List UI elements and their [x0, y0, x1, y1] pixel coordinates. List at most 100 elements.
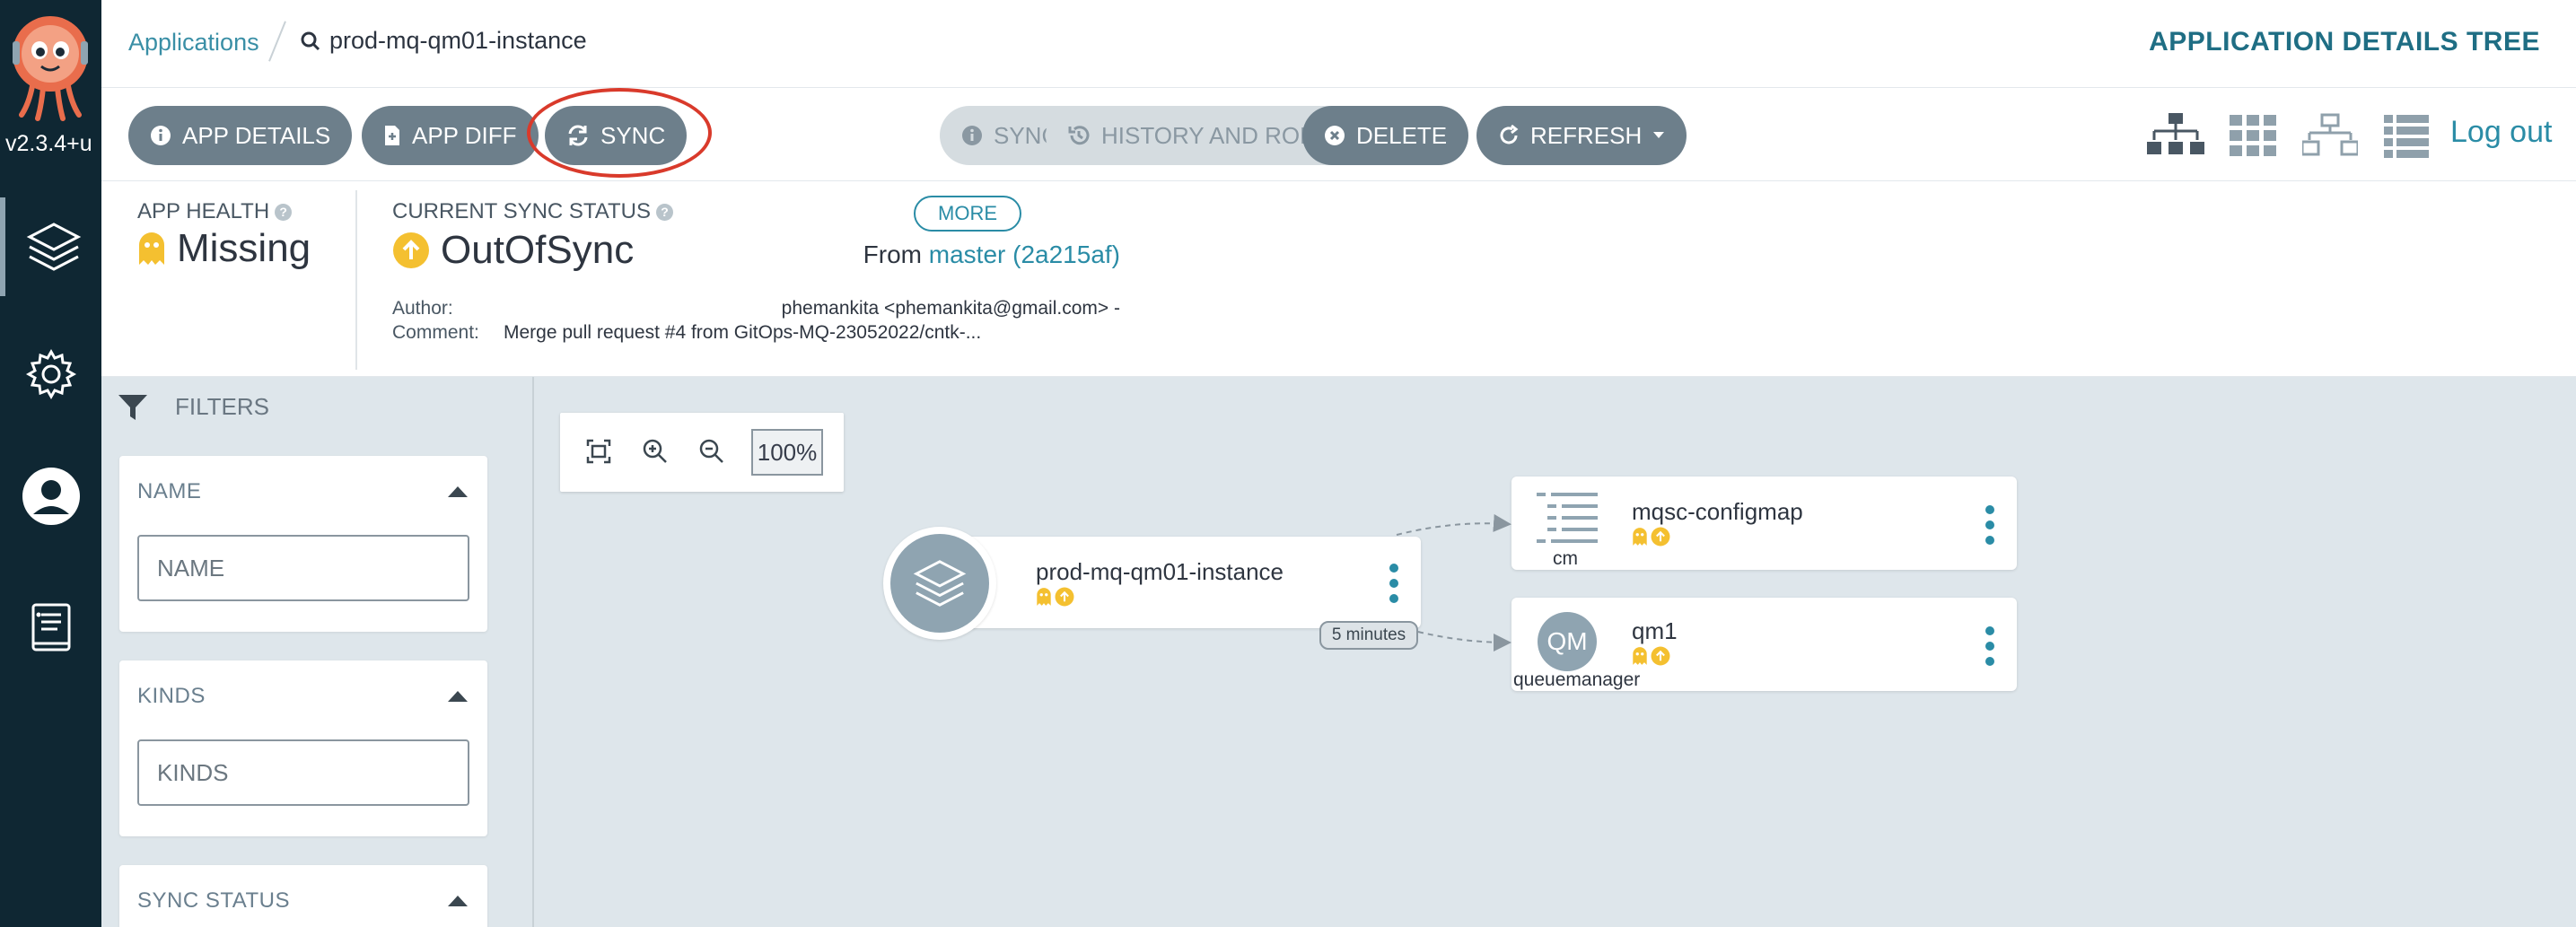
- ghost-icon: [1633, 528, 1647, 546]
- info-icon: [151, 126, 171, 145]
- zoom-in-icon[interactable]: [642, 438, 669, 465]
- left-nav: v2.3.4+u: [0, 0, 101, 927]
- logout-link[interactable]: Log out: [2450, 115, 2552, 150]
- refresh-label: REFRESH: [1530, 121, 1643, 149]
- app-node[interactable]: prod-mq-qm01-instance: [933, 537, 1421, 628]
- search-icon: [301, 31, 320, 50]
- configmap-icon: [1537, 493, 1598, 543]
- sync-from: From master (2a215af): [759, 240, 1120, 269]
- author-value: phemankita <phemankita@gmail.com> -: [781, 298, 1120, 319]
- comment-value: Merge pull request #4 from GitOps-MQ-230…: [504, 322, 982, 343]
- zoom-level[interactable]: 100%: [751, 429, 823, 476]
- fit-screen-icon[interactable]: [585, 438, 612, 465]
- sync-highlight-ring: [527, 88, 712, 178]
- info-icon: [962, 126, 982, 145]
- name-filter-input[interactable]: [137, 535, 469, 601]
- configmap-node[interactable]: cm mqsc-configmap: [1511, 477, 2017, 570]
- sync-status-label: CURRENT SYNC STATUS ?: [392, 199, 674, 224]
- app-node-menu-icon[interactable]: [1389, 564, 1398, 603]
- arrow-up-circle-icon: [1651, 527, 1670, 547]
- arrow-up-circle-icon: [393, 232, 429, 268]
- app-health-label: APP HEALTH ?: [137, 199, 293, 224]
- status-panel: APP HEALTH ? Missing CURRENT SYNC STATUS…: [101, 181, 2576, 377]
- sync-status-filter-card: SYNC STATUS: [119, 865, 487, 927]
- top-bar: Applications prod-mq-qm01-instance APPLI…: [101, 0, 2576, 88]
- edge-age-badge: 5 minutes: [1319, 621, 1418, 650]
- refresh-icon: [1500, 125, 1519, 144]
- breadcrumb-separator: [268, 21, 286, 62]
- configmap-status-icons: [1632, 527, 1670, 547]
- gear-icon: [25, 348, 76, 400]
- queuemanager-menu-icon[interactable]: [1985, 626, 1994, 666]
- filter-icon: [118, 394, 147, 420]
- configmap-menu-icon[interactable]: [1985, 505, 1994, 545]
- sync-value-text: OutOfSync: [441, 228, 635, 272]
- history-icon: [1068, 126, 1090, 145]
- kinds-filter-title: KINDS: [137, 684, 206, 708]
- revision-link[interactable]: master (2a215af): [929, 240, 1120, 268]
- app-node-status-icons: [1036, 587, 1074, 607]
- layers-icon: [913, 560, 967, 607]
- collapse-caret-icon[interactable]: [448, 691, 468, 702]
- tree-view-icon[interactable]: [2147, 113, 2204, 158]
- kinds-filter-input[interactable]: [137, 739, 469, 806]
- app-health-value: Missing: [177, 226, 311, 270]
- book-icon: [31, 603, 70, 652]
- sync-status-filter-title: SYNC STATUS: [137, 888, 290, 913]
- filters-sidebar: FILTERS NAME KINDS SYNC STATUS: [101, 377, 534, 927]
- breadcrumb-applications[interactable]: Applications: [128, 29, 259, 57]
- collapse-caret-icon[interactable]: [448, 486, 468, 497]
- from-prefix: From: [863, 240, 922, 268]
- app-health-label-text: APP HEALTH: [137, 199, 270, 223]
- refresh-button[interactable]: REFRESH: [1476, 106, 1687, 165]
- breadcrumb-current-label: prod-mq-qm01-instance: [329, 27, 587, 54]
- name-filter-card: NAME: [119, 456, 487, 632]
- help-icon[interactable]: ?: [656, 203, 674, 221]
- app-node-name: prod-mq-qm01-instance: [1036, 558, 1284, 585]
- kinds-filter-card: KINDS: [119, 660, 487, 836]
- pods-view-icon[interactable]: [2230, 113, 2276, 158]
- app-diff-button[interactable]: APP DIFF: [362, 106, 539, 165]
- comment-label: Comment:: [392, 322, 479, 343]
- zoom-toolbar: 100%: [560, 413, 844, 492]
- close-circle-icon: [1325, 126, 1345, 145]
- queuemanager-node-name: qm1: [1632, 617, 1678, 644]
- configmap-kind: cm: [1553, 548, 1578, 569]
- action-toolbar: APP DETAILS APP DIFF SYNC SYNC STATUS HI…: [101, 88, 2576, 181]
- more-button[interactable]: MORE: [914, 196, 1021, 232]
- user-icon: [22, 468, 80, 525]
- file-diff-icon: [385, 126, 399, 145]
- help-icon[interactable]: ?: [275, 203, 293, 221]
- argo-logo[interactable]: [7, 14, 93, 122]
- app-node-icon[interactable]: [883, 527, 996, 640]
- page-mode-title: APPLICATION DETAILS TREE: [2149, 27, 2540, 57]
- filters-header[interactable]: FILTERS: [118, 393, 269, 421]
- collapse-caret-icon[interactable]: [448, 896, 468, 906]
- app-diff-label: APP DIFF: [412, 121, 517, 149]
- breadcrumb-current[interactable]: prod-mq-qm01-instance: [301, 27, 587, 55]
- nav-settings[interactable]: [0, 325, 101, 424]
- status-divider: [355, 190, 357, 370]
- author-label: Author:: [392, 298, 453, 319]
- configmap-node-name: mqsc-configmap: [1632, 498, 1803, 525]
- arrow-up-circle-icon: [1651, 646, 1670, 666]
- zoom-out-icon[interactable]: [698, 438, 725, 465]
- queuemanager-kind: queuemanager: [1513, 669, 1641, 690]
- nav-user-info[interactable]: [0, 447, 101, 546]
- list-view-icon[interactable]: [2384, 113, 2429, 158]
- nav-applications[interactable]: [0, 197, 101, 296]
- app-health-status[interactable]: Missing: [137, 226, 311, 271]
- caret-down-icon: [1653, 132, 1665, 138]
- filters-title: FILTERS: [175, 393, 269, 420]
- network-view-icon[interactable]: [2302, 113, 2358, 158]
- version-label: v2.3.4+u: [5, 131, 92, 156]
- queuemanager-icon: QM: [1538, 612, 1597, 671]
- delete-button[interactable]: DELETE: [1302, 106, 1469, 165]
- ghost-icon: [1633, 647, 1647, 665]
- sync-status-value[interactable]: OutOfSync: [392, 228, 634, 273]
- delete-label: DELETE: [1356, 121, 1448, 149]
- sync-status-label-text: CURRENT SYNC STATUS: [392, 199, 652, 223]
- ghost-icon: [139, 232, 164, 265]
- nav-documentation[interactable]: [0, 580, 101, 678]
- app-details-button[interactable]: APP DETAILS: [128, 106, 353, 165]
